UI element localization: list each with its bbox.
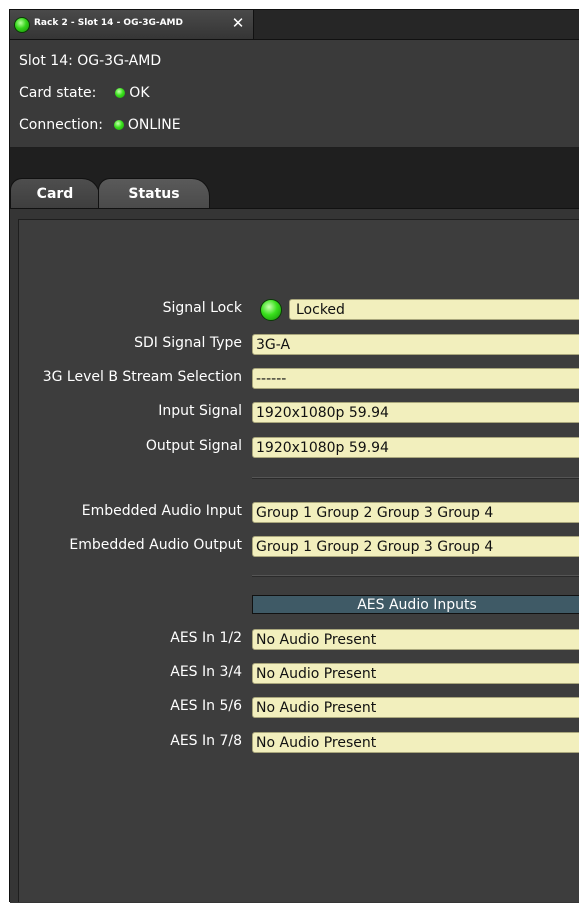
aes-in-5-6-field: No Audio Present (252, 697, 579, 718)
stream-selection-field: ------ (252, 368, 579, 389)
sdi-type-label: SDI Signal Type (134, 335, 242, 351)
status-led-icon (14, 17, 30, 33)
signal-lock-label: Signal Lock (162, 300, 242, 316)
output-signal-field: 1920x1080p 59.94 (252, 437, 579, 458)
window-tab-title: Rack 2 - Slot 14 - OG-3G-AMD (34, 18, 183, 28)
connection-row: Connection: ONLINE (19, 117, 181, 137)
connection-value: ONLINE (127, 117, 181, 133)
signal-lock-led-icon (260, 299, 282, 321)
aes-audio-inputs-header: AES Audio Inputs (252, 595, 579, 614)
slot-title-text: Slot 14: OG-3G-AMD (19, 53, 162, 69)
aes-in-3-4-label: AES In 3/4 (170, 664, 242, 680)
slot-title: Slot 14: OG-3G-AMD (19, 53, 161, 73)
card-info-panel: Slot 14: OG-3G-AMD Card state: OK Connec… (10, 40, 579, 148)
signal-lock-field: Locked (289, 299, 579, 320)
card-state-value: OK (129, 85, 150, 101)
tab-strip: Card Status (10, 170, 579, 209)
connection-label: Connection: (19, 117, 103, 133)
input-signal-label: Input Signal (158, 403, 242, 419)
divider-2 (252, 575, 579, 577)
embedded-audio-output-field: Group 1 Group 2 Group 3 Group 4 (252, 536, 579, 557)
card-state-row: Card state: OK (19, 85, 150, 105)
connection-led-icon (113, 120, 124, 130)
aes-in-7-8-label: AES In 7/8 (170, 733, 242, 749)
tab-card[interactable]: Card (10, 178, 100, 209)
device-window: Rack 2 - Slot 14 - OG-3G-AMD ✕ Slot 14: … (9, 9, 579, 903)
aes-in-3-4-field: No Audio Present (252, 663, 579, 684)
embedded-audio-input-label: Embedded Audio Input (81, 503, 242, 519)
input-signal-field: 1920x1080p 59.94 (252, 402, 579, 423)
output-signal-label: Output Signal (145, 438, 242, 454)
separator-band (10, 148, 579, 170)
window-tab[interactable]: Rack 2 - Slot 14 - OG-3G-AMD ✕ (10, 10, 254, 39)
status-panel: Signal Lock Locked SDI Signal Type 3G-A … (18, 219, 579, 902)
card-state-led-icon (115, 88, 126, 98)
aes-in-1-2-label: AES In 1/2 (170, 630, 242, 646)
embedded-audio-output-label: Embedded Audio Output (69, 537, 242, 553)
status-content: Signal Lock Locked SDI Signal Type 3G-A … (10, 208, 579, 903)
card-state-label: Card state: (19, 85, 97, 101)
close-icon[interactable]: ✕ (229, 14, 247, 32)
tab-status[interactable]: Status (98, 178, 210, 209)
stream-selection-label: 3G Level B Stream Selection (42, 369, 242, 385)
aes-in-5-6-label: AES In 5/6 (170, 698, 242, 714)
aes-in-7-8-field: No Audio Present (252, 732, 579, 753)
sdi-type-field: 3G-A (252, 334, 579, 355)
divider-1 (252, 477, 579, 479)
aes-in-1-2-field: No Audio Present (252, 629, 579, 650)
embedded-audio-input-field: Group 1 Group 2 Group 3 Group 4 (252, 502, 579, 523)
title-bar: Rack 2 - Slot 14 - OG-3G-AMD ✕ (10, 10, 579, 40)
